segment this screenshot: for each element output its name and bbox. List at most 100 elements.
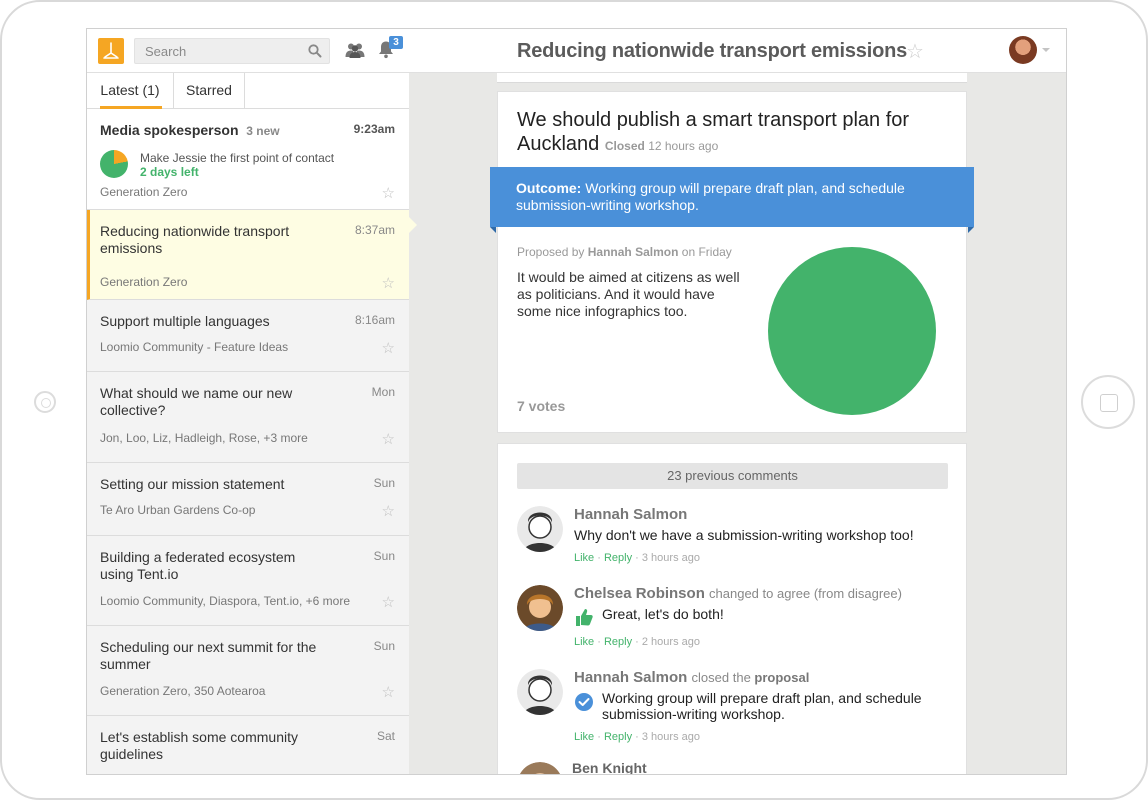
discussion-title: Media spokesperson 3 new	[100, 122, 330, 140]
avatar[interactable]	[517, 762, 563, 774]
comment-time: 3 hours ago	[641, 552, 700, 564]
discussion-title: Support multiple languages	[100, 313, 270, 329]
user-avatar[interactable]	[1009, 36, 1037, 64]
notification-count-badge: 3	[389, 36, 403, 49]
comment-text: Great, let's do both!	[602, 606, 724, 622]
search-input[interactable]	[135, 39, 303, 63]
star-icon[interactable]: ☆	[382, 274, 395, 292]
tab-starred[interactable]: Starred	[174, 73, 245, 109]
discussion-item-summit[interactable]: Scheduling our next summit for the summe…	[87, 626, 409, 716]
comment-author-name[interactable]: Hannah Salmon	[574, 669, 687, 686]
selection-pointer	[409, 217, 417, 233]
comment-text: Why don't we have a submission-writing w…	[574, 527, 914, 543]
star-icon[interactable]: ☆	[382, 683, 395, 701]
discussion-sidebar: Latest (1) Starred Media spokesperson 3 …	[87, 73, 409, 774]
discussion-time: Mon	[371, 385, 395, 399]
star-icon[interactable]: ☆	[906, 39, 924, 64]
discussion-group: Generation Zero	[100, 185, 188, 199]
star-icon[interactable]: ☆	[382, 339, 395, 357]
discussion-title: Setting our mission statement	[100, 476, 285, 492]
home-button[interactable]	[1081, 375, 1135, 429]
comment-time: 3 hours ago	[641, 731, 700, 743]
discussion-group: Generation Zero, 350 Aotearoa	[100, 684, 266, 698]
discussion-main: We should publish a smart transport plan…	[409, 73, 1066, 774]
star-icon[interactable]: ☆	[382, 430, 395, 448]
comment-author: Hannah Salmon closed the proposal	[574, 669, 809, 686]
page-title: Reducing nationwide transport emissions	[517, 40, 908, 62]
comment-action-text: closed the	[691, 670, 751, 685]
pie-slice-agree	[768, 247, 936, 415]
discussion-title: Building a federated ecosystem using Ten…	[100, 549, 296, 582]
tab-starred-label: Starred	[186, 82, 232, 98]
proposer-name[interactable]: Hannah Salmon	[588, 245, 679, 259]
star-icon[interactable]: ☆	[382, 184, 395, 202]
comment-actions: Like · Reply · 2 hours ago	[574, 636, 700, 648]
tab-latest[interactable]: Latest (1)	[87, 73, 174, 109]
discussion-item-transport-emissions[interactable]: Reducing nationwide transport emissions …	[87, 210, 409, 300]
reply-link[interactable]: Reply	[604, 636, 632, 648]
top-bar: 3 Reducing nationwide transport emission…	[87, 29, 1066, 73]
like-link[interactable]: Like	[574, 731, 594, 743]
discussion-time: 9:23am	[353, 122, 395, 136]
search-icon[interactable]	[308, 44, 322, 58]
discussion-title: Scheduling our next summit for the summe…	[100, 639, 317, 672]
discussion-time: Sat	[376, 729, 395, 743]
proposal-card: We should publish a smart transport plan…	[490, 91, 974, 433]
discussion-item-collective-name[interactable]: What should we name our new collective? …	[87, 372, 409, 463]
chevron-down-icon[interactable]	[1042, 48, 1050, 52]
discussion-title-text: Media spokesperson	[100, 122, 239, 138]
avatar[interactable]	[517, 585, 563, 631]
star-icon[interactable]: ☆	[382, 502, 395, 520]
discussion-item-media-spokesperson[interactable]: Media spokesperson 3 new 9:23am Make Jes…	[87, 109, 409, 210]
groups-icon[interactable]	[345, 42, 365, 58]
comments-card: 23 previous comments Hannah Salmon Why d…	[497, 443, 967, 774]
discussion-time: Sun	[373, 549, 395, 563]
sidebar-tabs: Latest (1) Starred	[87, 73, 409, 109]
camera-icon	[34, 391, 56, 413]
comment-item: Chelsea Robinson changed to agree (from …	[517, 585, 957, 661]
comment-text: Working group will prepare draft plan, a…	[602, 690, 922, 722]
comment-item: Ben Knight	[517, 760, 957, 774]
proposal-status: Closed 12 hours ago	[605, 139, 718, 153]
comment-actions: Like · Reply · 3 hours ago	[574, 552, 700, 564]
discussion-group: Loomio Community - Feature Ideas	[100, 340, 289, 354]
comment-author[interactable]: Ben Knight	[572, 760, 647, 774]
proposal-pie-icon	[100, 150, 128, 178]
vote-pie-chart[interactable]	[767, 246, 937, 416]
proposal-title: We should publish a smart transport plan…	[517, 108, 947, 158]
comment-actions: Like · Reply · 3 hours ago	[574, 731, 700, 743]
discussion-item-languages[interactable]: Support multiple languages 8:16am Loomio…	[87, 300, 409, 372]
comment-time: 2 hours ago	[641, 636, 700, 648]
reply-link[interactable]: Reply	[604, 552, 632, 564]
proposal-due: 2 days left	[140, 165, 199, 179]
thumbs-up-icon	[576, 609, 593, 626]
proposal-summary: Make Jessie the first point of contact	[140, 151, 335, 165]
discussion-group: Loomio Community, Diaspora, Tent.io, +6 …	[100, 594, 351, 608]
comment-author-name[interactable]: Chelsea Robinson	[574, 585, 705, 602]
proposed-by-prefix: Proposed by	[517, 245, 585, 259]
discussion-item-guidelines[interactable]: Let's establish some community guideline…	[87, 716, 409, 774]
like-link[interactable]: Like	[574, 636, 594, 648]
discussion-group: Generation Zero	[100, 275, 188, 289]
search-box	[134, 38, 330, 64]
discussion-time: 8:16am	[354, 313, 395, 327]
discussion-group: Te Aro Urban Gardens Co-op	[100, 503, 256, 517]
comment-action: changed to agree (from disagree)	[709, 586, 902, 601]
comment-author[interactable]: Hannah Salmon	[574, 506, 687, 523]
comment-item: Hannah Salmon closed the proposal Workin…	[517, 669, 957, 749]
discussion-item-tent-io[interactable]: Building a federated ecosystem using Ten…	[87, 536, 409, 626]
comment-action-target[interactable]: proposal	[754, 670, 809, 685]
avatar[interactable]	[517, 669, 563, 715]
outcome-label: Outcome:	[516, 180, 582, 196]
star-icon[interactable]: ☆	[382, 593, 395, 611]
vote-count[interactable]: 7 votes	[517, 398, 565, 414]
discussion-item-mission-statement[interactable]: Setting our mission statement Sun Te Aro…	[87, 463, 409, 536]
loomio-logo-icon[interactable]	[98, 38, 124, 64]
avatar[interactable]	[517, 506, 563, 552]
discussion-title: Reducing nationwide transport emissions	[100, 223, 290, 256]
proposed-by: Proposed by Hannah Salmon on Friday	[517, 245, 732, 259]
reply-link[interactable]: Reply	[604, 731, 632, 743]
like-link[interactable]: Like	[574, 552, 594, 564]
previous-comments-button[interactable]: 23 previous comments	[517, 463, 948, 489]
tablet-frame: 3 Reducing nationwide transport emission…	[0, 0, 1148, 800]
